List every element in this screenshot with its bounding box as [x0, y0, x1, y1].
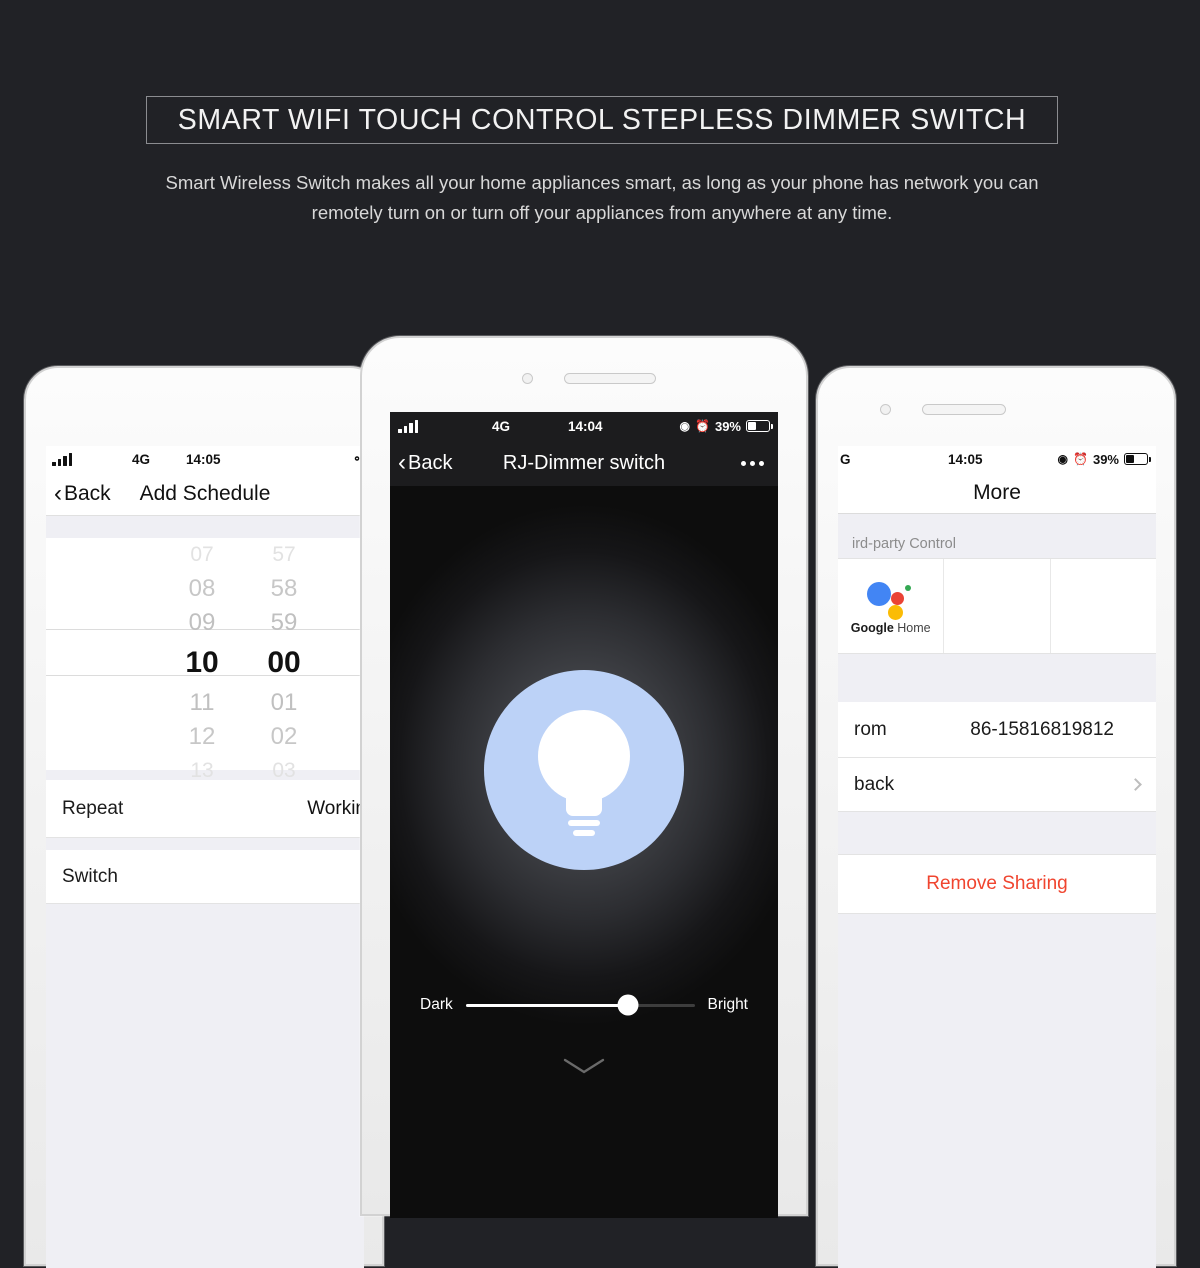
chevron-right-icon: [1129, 778, 1142, 791]
nav-bar-center: ‹ Back RJ-Dimmer switch: [390, 440, 778, 486]
left-empty-area: [46, 904, 364, 1268]
rotation-lock-icon: ◉: [1057, 452, 1069, 466]
row-feedback-label: back: [854, 773, 895, 795]
alarm-clock-icon: ⏰: [695, 419, 710, 433]
minute-column[interactable]: 57 58 59 00 01 02 03: [246, 538, 322, 782]
hour-option[interactable]: 07: [164, 538, 240, 572]
nav-bar-left: ‹ Back Add Schedule: [46, 472, 364, 516]
google-assistant-icon: [866, 578, 915, 620]
section-header-third-party: ird-party Control: [838, 514, 1156, 558]
tile-empty-2[interactable]: [1051, 559, 1156, 653]
page-subtitle: Smart Wireless Switch makes all your hom…: [165, 172, 1039, 223]
phone-center: 4G 14:04 ◉ ⏰ 39% ‹ Back RJ-Dimmer switch: [360, 336, 808, 1218]
remove-sharing-label: Remove Sharing: [926, 873, 1068, 894]
row-switch-label: Switch: [62, 865, 118, 887]
minute-option[interactable]: 57: [246, 538, 322, 572]
slider-track[interactable]: [465, 994, 695, 1016]
hour-option-selected[interactable]: 10: [164, 640, 240, 686]
rotation-lock-icon: ◉: [679, 419, 691, 433]
slider-min-label: Dark: [420, 996, 453, 1013]
row-shared-from-label: rom: [854, 718, 887, 740]
brightness-slider[interactable]: Dark Bright: [390, 994, 778, 1016]
clock-label: 14:05: [186, 451, 221, 467]
back-button-center[interactable]: ‹ Back: [398, 451, 452, 475]
slider-fill: [465, 1003, 629, 1007]
status-icons-right: ◉ ⏰ 39%: [1057, 451, 1151, 467]
battery-icon: [1124, 453, 1151, 465]
signal-bars-icon: [398, 419, 418, 433]
banner-frame: SMART WIFI TOUCH CONTROL STEPLESS DIMMER…: [146, 96, 1058, 144]
row-shared-from-value: 86-15816819812: [970, 718, 1114, 740]
battery-percent-label: 39%: [714, 418, 741, 434]
screen-dimmer: 4G 14:04 ◉ ⏰ 39% ‹ Back RJ-Dimmer switch: [390, 412, 778, 1218]
time-picker[interactable]: 07 08 09 10 11 12 13 57 58 59 00 01 02 0…: [46, 538, 364, 782]
spacer-band-r1: [838, 654, 1156, 702]
spacer-band-r2: [838, 812, 1156, 854]
tile-google-home-label: Google Home: [851, 621, 931, 635]
tile-empty-1[interactable]: [944, 559, 1051, 653]
status-bar-left: 4G 14:05 ⚬: [46, 446, 364, 472]
minute-option[interactable]: 59: [246, 606, 322, 640]
clock-label: 14:05: [948, 451, 983, 467]
row-repeat-value: Workin: [307, 797, 364, 819]
minute-option[interactable]: 01: [246, 686, 322, 720]
google-product: Home: [897, 620, 931, 635]
nav-title-right: More: [973, 480, 1021, 504]
page-title: SMART WIFI TOUCH CONTROL STEPLESS DIMMER…: [177, 103, 1027, 136]
hour-option[interactable]: 11: [164, 686, 240, 720]
back-label: Back: [64, 481, 111, 505]
hour-option[interactable]: 08: [164, 572, 240, 606]
chevron-left-icon: ‹: [54, 479, 62, 507]
hour-column[interactable]: 07 08 09 10 11 12 13: [164, 538, 240, 782]
light-bulb-icon[interactable]: [484, 670, 684, 870]
hour-option[interactable]: 09: [164, 606, 240, 640]
carrier-label: G: [840, 451, 851, 467]
minute-option[interactable]: 02: [246, 720, 322, 754]
phone-right: G 14:05 ◉ ⏰ 39% More ird-party Control G…: [816, 366, 1176, 1268]
back-button-left[interactable]: ‹ Back: [54, 479, 111, 507]
screen-add-schedule: 4G 14:05 ⚬ ‹ Back Add Schedule 07 08 09 …: [46, 446, 364, 1268]
remove-sharing-button[interactable]: Remove Sharing: [838, 854, 1156, 914]
signal-bars-icon: [52, 452, 72, 466]
chevron-left-icon: ‹: [398, 449, 406, 476]
carrier-label: 4G: [132, 451, 151, 467]
front-camera-icon: [522, 373, 533, 384]
row-feedback[interactable]: back: [838, 758, 1156, 812]
clock-label: 14:04: [568, 418, 603, 434]
third-party-tiles: Google Home: [838, 558, 1156, 654]
row-switch[interactable]: Switch: [46, 850, 364, 904]
battery-icon: [746, 420, 773, 432]
status-icons-center: ◉ ⏰ 39%: [679, 418, 773, 434]
right-empty-area: [838, 914, 1156, 1268]
carrier-label: 4G: [492, 418, 511, 434]
earpiece-speaker-icon: [564, 373, 656, 384]
tile-google-home[interactable]: Google Home: [838, 559, 945, 653]
google-brand: Google: [850, 620, 894, 635]
minute-option[interactable]: 58: [246, 572, 322, 606]
battery-percent-label: 39%: [1092, 451, 1119, 467]
spacer-band-top: [46, 516, 364, 538]
dimmer-canvas: Dark Bright: [390, 486, 778, 1106]
status-bar-center: 4G 14:04 ◉ ⏰ 39%: [390, 412, 778, 440]
row-repeat[interactable]: Repeat Workin: [46, 780, 364, 838]
slider-max-label: Bright: [707, 996, 749, 1013]
spacer-band-mid2: [46, 838, 364, 850]
alarm-clock-icon: ⏰: [1073, 452, 1088, 466]
row-repeat-label: Repeat: [62, 797, 124, 819]
minute-option-selected[interactable]: 00: [246, 640, 322, 686]
hour-option[interactable]: 13: [164, 754, 240, 788]
front-camera-icon: [880, 404, 891, 415]
screen-more: G 14:05 ◉ ⏰ 39% More ird-party Control G…: [838, 446, 1156, 1268]
row-shared-from: rom 86-15816819812: [838, 702, 1156, 758]
hour-option[interactable]: 12: [164, 720, 240, 754]
phone-left: 4G 14:05 ⚬ ‹ Back Add Schedule 07 08 09 …: [24, 366, 384, 1268]
minute-option[interactable]: 03: [246, 754, 322, 788]
more-dots-icon[interactable]: [741, 460, 764, 466]
chevron-down-icon[interactable]: [562, 1057, 606, 1080]
back-label: Back: [408, 451, 453, 474]
nav-bar-right: More: [838, 472, 1156, 514]
slider-thumb[interactable]: [617, 994, 639, 1016]
status-bar-right: G 14:05 ◉ ⏰ 39%: [838, 446, 1156, 472]
earpiece-speaker-icon: [922, 404, 1006, 415]
